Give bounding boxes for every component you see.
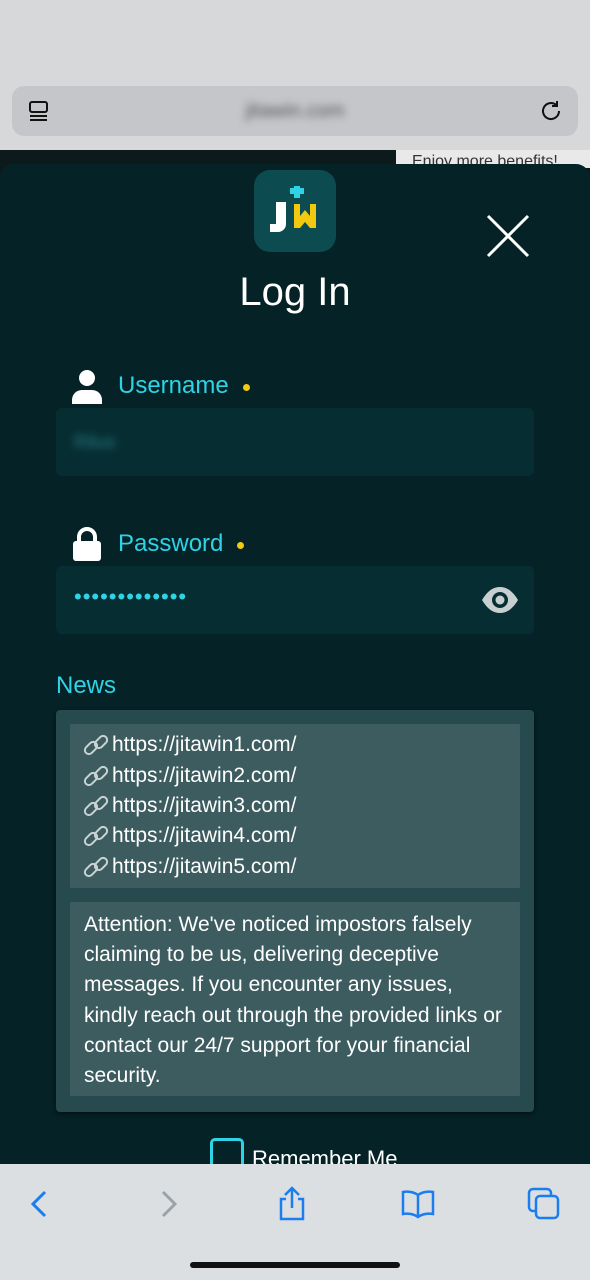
link-icon: [83, 826, 109, 847]
news-link[interactable]: https://jitawin1.com/: [82, 730, 520, 760]
news-link[interactable]: https://jitawin3.com/: [82, 791, 520, 821]
jw-logo-icon: [270, 186, 316, 232]
news-link[interactable]: https://jitawin2.com/: [82, 760, 520, 790]
username-label-row: Username: [70, 368, 250, 404]
news-link-url[interactable]: https://jitawin3.com/: [112, 794, 296, 818]
username-input[interactable]: Ritus: [56, 408, 534, 476]
bookmarks-icon[interactable]: [400, 1186, 436, 1222]
username-value[interactable]: Ritus: [74, 432, 115, 453]
user-icon: [72, 370, 102, 404]
link-icon: [83, 856, 109, 877]
password-input[interactable]: •••••••••••••: [56, 566, 534, 634]
required-indicator: [237, 541, 245, 549]
link-icon: [83, 765, 109, 786]
eye-icon[interactable]: [480, 582, 520, 618]
news-notice: Attention: We've noticed impostors false…: [70, 902, 520, 1096]
news-heading: News: [56, 672, 117, 699]
news-link-url[interactable]: https://jitawin5.com/: [112, 855, 296, 879]
brand-logo: [254, 170, 336, 252]
lock-icon: [73, 527, 101, 561]
tabs-icon[interactable]: [526, 1186, 562, 1222]
password-label: Password: [118, 530, 224, 557]
forward-icon[interactable]: [150, 1186, 186, 1222]
back-icon[interactable]: [22, 1186, 58, 1222]
news-link-url[interactable]: https://jitawin2.com/: [112, 764, 296, 788]
link-icon: [83, 795, 109, 817]
link-icon: [83, 735, 109, 756]
page-title: Log In: [239, 270, 351, 314]
username-label: Username: [118, 372, 229, 399]
login-modal: Log In Username Ritus Password •••••••••…: [0, 164, 590, 1280]
required-indicator: [242, 383, 250, 391]
news-box: https://jitawin1.com/ https://jitawin2.c…: [56, 710, 534, 1112]
home-indicator: [190, 1262, 400, 1268]
browser-top-bar: jitawin.com: [0, 0, 590, 150]
close-icon[interactable]: [484, 212, 532, 260]
url-text[interactable]: jitawin.com: [12, 100, 578, 123]
password-value[interactable]: •••••••••••••: [74, 584, 187, 610]
password-label-row: Password: [70, 526, 245, 562]
address-bar[interactable]: jitawin.com: [12, 86, 578, 136]
news-link[interactable]: https://jitawin5.com/: [82, 852, 520, 882]
news-link[interactable]: https://jitawin4.com/: [82, 821, 520, 851]
browser-toolbar: [0, 1164, 590, 1280]
share-icon[interactable]: [274, 1186, 310, 1222]
news-link-url[interactable]: https://jitawin1.com/: [112, 733, 296, 757]
news-links-panel: https://jitawin1.com/ https://jitawin2.c…: [70, 724, 520, 888]
news-link-url[interactable]: https://jitawin4.com/: [112, 824, 296, 848]
reload-icon[interactable]: [538, 98, 564, 124]
